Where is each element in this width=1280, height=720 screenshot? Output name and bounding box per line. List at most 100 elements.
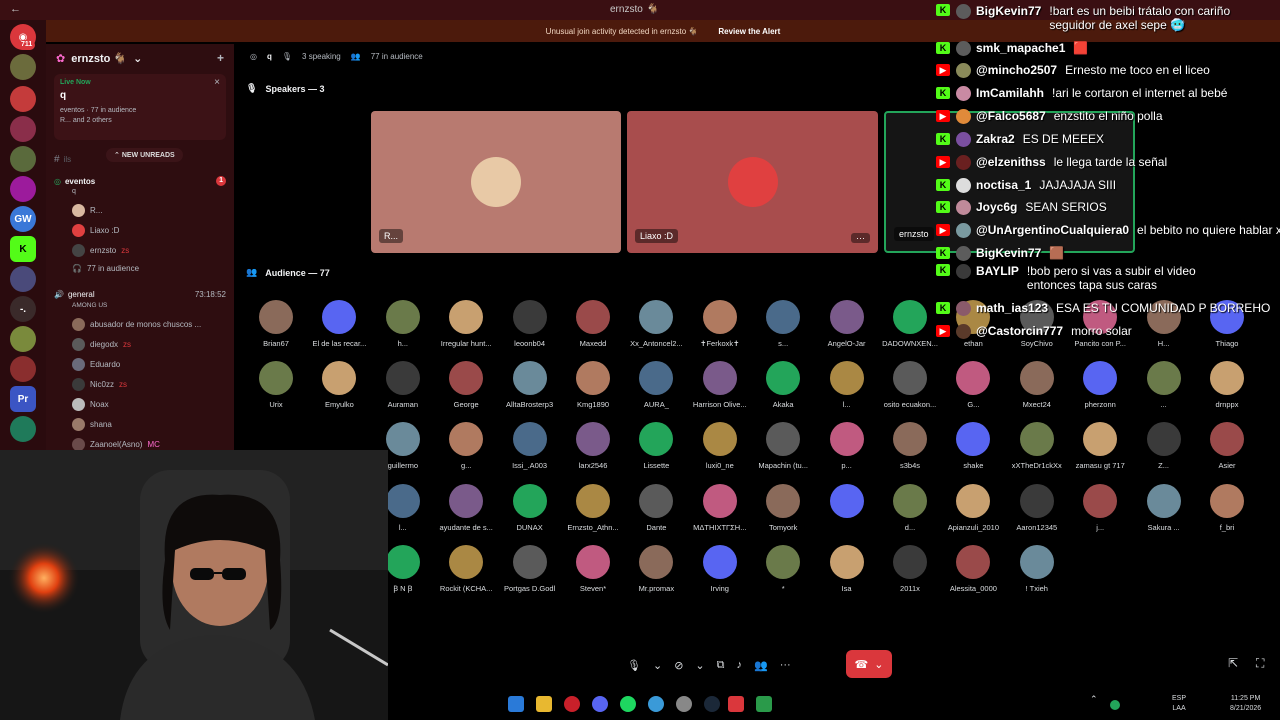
fullscreen-icon[interactable]: ⛶ [1256, 656, 1264, 671]
voice-channel-general[interactable]: 🔊 general 73:18:52 [54, 290, 226, 299]
audience-member[interactable]: xXTheDr1ckXx [1007, 422, 1067, 470]
stage-audience-row[interactable]: 🎧 77 in audience [72, 264, 226, 273]
audience-member[interactable]: Rockit (KCHA... [436, 544, 496, 593]
audience-member[interactable]: Asier [1197, 422, 1257, 470]
soundboard-icon[interactable]: ♪ [736, 659, 742, 671]
audience-member[interactable]: larx2546 [563, 422, 623, 470]
audience-member[interactable]: f_bri [1197, 483, 1257, 532]
audience-member[interactable]: Lissette [626, 422, 686, 470]
audience-member[interactable]: Mr.promax [626, 544, 686, 593]
server-icon[interactable] [10, 326, 36, 352]
audience-member[interactable]: Aaron12345 [1007, 483, 1067, 532]
audience-member[interactable]: Tomyork [753, 483, 813, 532]
audience-member[interactable]: ! Txieh [1007, 544, 1067, 593]
audience-member[interactable]: j... [1070, 483, 1130, 532]
server-icon[interactable] [10, 54, 36, 80]
audience-member[interactable]: Brian67 [246, 300, 306, 348]
speaker-tile[interactable]: Liaxo :D ··· [627, 111, 878, 253]
audience-member[interactable]: AngelO-Jar [817, 300, 877, 348]
back-arrow-icon[interactable]: ← [10, 3, 21, 15]
server-icon[interactable] [10, 146, 36, 172]
audience-member[interactable]: El de las recar... [309, 300, 369, 348]
invite-icon[interactable]: 👥 [754, 659, 768, 672]
audience-member[interactable]: p... [817, 422, 877, 470]
audience-member[interactable]: pherzonn [1070, 361, 1130, 409]
audience-member[interactable]: Alessita_0000 [943, 544, 1003, 593]
audience-member[interactable]: AlltaBrosterp3 [500, 361, 560, 409]
audience-member[interactable]: l... [817, 361, 877, 409]
leave-stage-button[interactable]: ☎ ⌄ [846, 650, 892, 678]
audience-member[interactable]: ayudante de s... [436, 483, 496, 532]
server-icon[interactable]: GW [10, 206, 36, 232]
audience-member[interactable]: * [753, 544, 813, 593]
keyboard-layout[interactable]: ESP LAA [1172, 694, 1186, 714]
audience-member[interactable]: G... [943, 361, 1003, 409]
server-icon[interactable] [10, 356, 36, 382]
chevron-up-icon[interactable]: ⌃ [1090, 694, 1098, 704]
server-icon[interactable]: -. [10, 296, 36, 322]
voice-user-row[interactable]: Eduardo [72, 358, 226, 371]
stage-user-row[interactable]: Liaxo :D [72, 224, 226, 237]
audience-member[interactable] [817, 483, 877, 523]
audience-member[interactable]: Maxedd [563, 300, 623, 348]
steam-icon[interactable] [704, 696, 720, 712]
camera-off-icon[interactable]: ⊘ [674, 659, 683, 672]
voice-user-row[interactable]: Nic0zz zs [72, 378, 226, 391]
audience-member[interactable]: DUNAX [500, 483, 560, 532]
audience-member[interactable]: Ernzsto_Athn... [563, 483, 623, 532]
kick-server-icon[interactable]: K [10, 236, 36, 262]
audience-member[interactable]: MΔTHIXTΓΣH... [690, 483, 750, 532]
audience-member[interactable]: Akaka [753, 361, 813, 409]
stage-user-row[interactable]: ernzsto zs [72, 244, 226, 257]
server-icon[interactable] [10, 416, 36, 442]
server-icon[interactable] [10, 266, 36, 292]
voice-user-row[interactable]: Noax [72, 398, 226, 411]
audience-member[interactable]: ... [1134, 361, 1194, 409]
voice-user-row[interactable]: shana [72, 418, 226, 431]
app-icon[interactable] [676, 696, 692, 712]
audience-member[interactable]: shake [943, 422, 1003, 470]
audience-member[interactable]: zamasu gt 717 [1070, 422, 1130, 470]
audience-member[interactable]: Irving [690, 544, 750, 593]
audience-member[interactable]: Dante [626, 483, 686, 532]
review-alert-button[interactable]: Review the Alert [718, 27, 780, 36]
audience-member[interactable]: 2011x [880, 544, 940, 593]
audience-member[interactable]: Urix [246, 361, 306, 409]
spotify-icon[interactable] [620, 696, 636, 712]
clock[interactable]: 11:25 PM 8/21/2026 [1230, 694, 1261, 714]
windows-start-icon[interactable] [508, 696, 524, 712]
audience-member[interactable]: Steven* [563, 544, 623, 593]
channel-item[interactable]: # ils [54, 154, 226, 165]
audience-member[interactable]: Issi_.A003 [500, 422, 560, 470]
audience-member[interactable]: g... [436, 422, 496, 470]
audience-member[interactable]: AURA_ [626, 361, 686, 409]
live-stage-card[interactable]: Live Now q eventos · 77 in audience R...… [54, 74, 226, 140]
server-header[interactable]: ✿ ernzsto 🐐 ⌄ + [46, 44, 234, 72]
audience-member[interactable]: h... [373, 300, 433, 348]
chevron-down-icon[interactable]: ⌄ [695, 659, 704, 672]
audience-member[interactable]: Kmg1890 [563, 361, 623, 409]
audience-member[interactable]: Auraman [373, 361, 433, 409]
server-icon[interactable] [10, 86, 36, 112]
add-member-icon[interactable]: + [217, 51, 224, 65]
mic-icon[interactable]: 🎙 [627, 659, 641, 672]
stage-channel-eventos[interactable]: ◎ eventos 1 [54, 176, 226, 186]
tray-icon[interactable] [1110, 700, 1120, 710]
audience-member[interactable]: Mxect24 [1007, 361, 1067, 409]
app-icon[interactable] [756, 696, 772, 712]
popout-icon[interactable]: ⇱ [1228, 656, 1238, 670]
browser-icon[interactable] [648, 696, 664, 712]
more-icon[interactable]: ··· [780, 659, 791, 671]
audience-member[interactable]: osito ecuakon... [880, 361, 940, 409]
close-icon[interactable]: × [214, 77, 220, 88]
audience-member[interactable]: Harrison Olive... [690, 361, 750, 409]
audience-member[interactable]: drnppx [1197, 361, 1257, 409]
screen-share-icon[interactable]: ⧉ [717, 659, 725, 672]
audience-member[interactable]: Sakura ... [1134, 483, 1194, 532]
chevron-down-icon[interactable]: ⌄ [653, 659, 662, 672]
speaker-tile[interactable]: R... [371, 111, 621, 253]
voice-user-row[interactable]: abusador de monos chuscos ... [72, 318, 226, 331]
audience-member[interactable]: Portgas D.Godl [500, 544, 560, 593]
audience-member[interactable]: Z... [1134, 422, 1194, 470]
audience-member[interactable]: luxi0_ne [690, 422, 750, 470]
